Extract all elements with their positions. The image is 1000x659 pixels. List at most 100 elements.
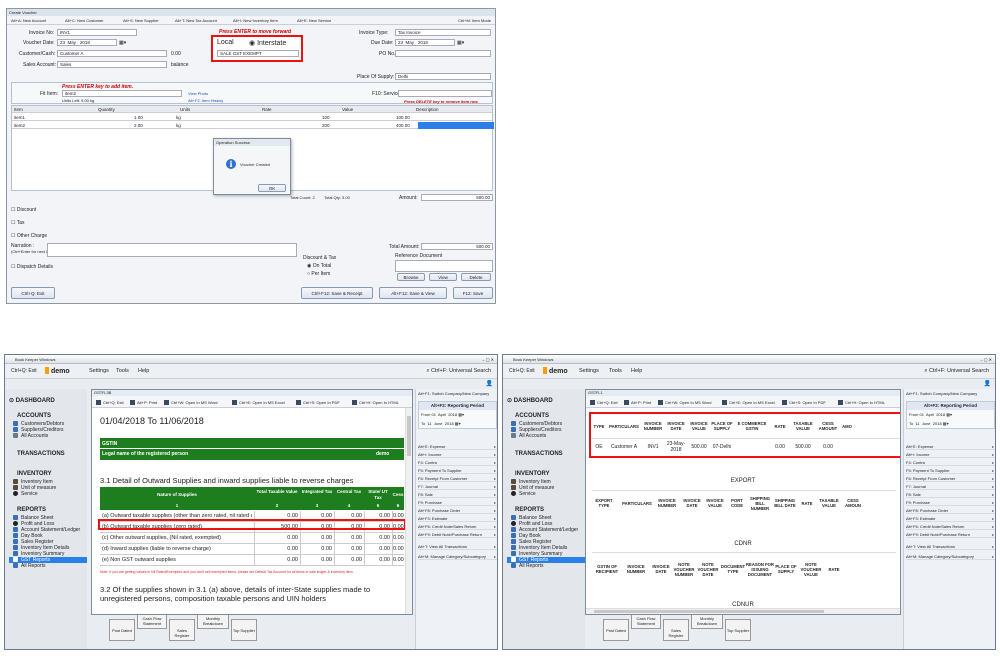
- quick-action-journal[interactable]: F7: Journal: [906, 483, 995, 490]
- tile-monthly[interactable]: Monthly Breakdown: [197, 613, 229, 629]
- report-pdf[interactable]: Ctrl+S: Open In PDF: [782, 399, 826, 407]
- shortcut-new-customer[interactable]: Alt+C: New Customer: [65, 17, 104, 25]
- voucher-date-picker[interactable]: 23 May 2018: [57, 39, 117, 46]
- quick-action-journal[interactable]: F7: Journal: [418, 483, 497, 490]
- quick-action-credit-note[interactable]: Alt+F6: Credit Note/Sales Return: [906, 523, 995, 530]
- quick-action-category[interactable]: Alt+M: Manage Category/Subcategory: [906, 553, 995, 560]
- quick-action-debit-note[interactable]: Alt+F9: Debit Note/Purchase Return: [418, 531, 497, 538]
- menu-settings[interactable]: Settings: [579, 368, 599, 374]
- sidebar-item-all-reports[interactable]: All Reports: [13, 563, 45, 569]
- to-date[interactable]: To 11 June 2018 ▦▾: [421, 421, 461, 426]
- menu-help[interactable]: Help: [138, 368, 149, 374]
- per-item-radio[interactable]: ○ Per Item: [307, 271, 330, 277]
- quick-action-expense[interactable]: Alt+E: Expense: [906, 443, 995, 450]
- menu-help[interactable]: Help: [631, 368, 642, 374]
- report-scrollbar[interactable]: [405, 408, 412, 614]
- shortcut-new-supplier[interactable]: Alt+S: New Supplier: [123, 17, 159, 25]
- report-excel[interactable]: Ctrl+E: Open In MS Excel: [722, 399, 775, 407]
- quick-action-income[interactable]: Alt+I: Income: [418, 451, 497, 458]
- quick-action-purchase[interactable]: F9: Purchase: [906, 499, 995, 506]
- save-button[interactable]: F12: Save: [453, 287, 493, 299]
- exit-menu[interactable]: Ctrl+Q: Exit: [11, 368, 37, 374]
- shortcut-new-tax-account[interactable]: Alt+T: New Tax Account: [175, 17, 217, 25]
- selected-description-cell[interactable]: [418, 122, 494, 129]
- table-row[interactable]: (c) Other outward supplies, (Nil rated, …: [100, 533, 404, 544]
- fit-item-input[interactable]: item2: [62, 90, 182, 97]
- quick-action-estimate[interactable]: Alt+F3: Estimate: [906, 515, 995, 522]
- quick-action-purchase-order[interactable]: Alt+F8: Purchase Order: [418, 507, 497, 514]
- tile-sales-register[interactable]: Sales Register: [169, 619, 195, 641]
- from-date[interactable]: From 01 April 2018 ▦▾: [909, 412, 952, 417]
- po-input[interactable]: [395, 50, 491, 57]
- quick-action-payment[interactable]: F5: Payment To Supplier: [906, 467, 995, 474]
- quick-action-estimate[interactable]: Alt+F3: Estimate: [418, 515, 497, 522]
- tile-sales-register[interactable]: Sales Register: [663, 619, 689, 641]
- table-row[interactable]: (d) Inward supplies (liable to reverse c…: [100, 544, 404, 555]
- place-select[interactable]: Delhi: [395, 73, 491, 80]
- menu-tools[interactable]: Tools: [609, 368, 622, 374]
- quick-action-debit-note[interactable]: Alt+F9: Debit Note/Purchase Return: [906, 531, 995, 538]
- shortcut-new-inventory-item[interactable]: Alt+I: New Inventory Item: [233, 17, 278, 25]
- table-row[interactable]: item1 1.00 kg 100 100.00: [12, 114, 492, 121]
- report-print[interactable]: Alt+P: Print: [624, 399, 651, 407]
- universal-search[interactable]: ⌕ Ctrl+F: Universal Search: [924, 368, 989, 375]
- dispatch-checkbox[interactable]: ☐ Dispatch Details: [11, 264, 53, 270]
- reference-input[interactable]: [395, 260, 493, 272]
- window-controls[interactable]: – ▢ ✕: [482, 355, 494, 364]
- tax-checkbox[interactable]: ☐ Tax: [11, 220, 25, 226]
- sidebar-item-all-accounts[interactable]: All Accounts: [13, 433, 48, 439]
- local-radio[interactable]: Local: [217, 39, 234, 46]
- quick-action-sale[interactable]: F8: Sale: [418, 491, 497, 498]
- browse-button[interactable]: Browse: [397, 273, 425, 281]
- to-date[interactable]: To 11 June 2018 ▦▾: [909, 421, 949, 426]
- report-exit[interactable]: Ctrl+Q: Exit: [96, 399, 124, 407]
- save-receipt-button[interactable]: Ctrl+F12: Save & Receipt: [301, 287, 373, 299]
- tile-post-dated[interactable]: Post Dated: [109, 619, 135, 641]
- sidebar-item-all-accounts[interactable]: All Accounts: [511, 433, 546, 439]
- tile-cash-flow[interactable]: Cash Flow Statement: [631, 613, 661, 629]
- shortcut-new-service[interactable]: Alt+E: New Service: [297, 17, 331, 25]
- dashboard-link[interactable]: ⊙ DASHBOARD: [507, 397, 553, 404]
- quick-action-credit-note[interactable]: Alt+F6: Credit Note/Sales Return: [418, 523, 497, 530]
- switch-company-link[interactable]: Alt+F1: Switch Company/New Company: [906, 391, 977, 396]
- user-icon[interactable]: 👤: [984, 380, 991, 387]
- exit-button[interactable]: Ctrl+Q: Exit: [11, 287, 55, 299]
- narration-input[interactable]: [47, 243, 297, 257]
- other-charge-checkbox[interactable]: ☐ Other Charge: [11, 233, 47, 239]
- save-view-button[interactable]: Alt+F12: Save & View: [379, 287, 447, 299]
- view-button[interactable]: View: [429, 273, 457, 281]
- report-html[interactable]: Ctrl+H: Open In HTML: [838, 399, 885, 407]
- sidebar-item-service[interactable]: Service: [511, 491, 536, 497]
- invoice-type-select[interactable]: Tax Invoice: [395, 29, 491, 36]
- item-history-link[interactable]: Alt+F2: Item History: [188, 98, 223, 103]
- gst-type-select[interactable]: SALE GST EXEMPT: [217, 50, 299, 57]
- interstate-radio[interactable]: ◉ Interstate: [249, 39, 286, 47]
- table-row[interactable]: (e) Non GST outward supplies 0.00 0.00 0.00…: [100, 555, 404, 566]
- tile-top-supplier[interactable]: Top Supplier: [725, 619, 751, 641]
- customer-input[interactable]: Customer A: [57, 50, 167, 57]
- window-controls[interactable]: – ▢ ✕: [980, 355, 992, 364]
- sidebar-item-all-reports[interactable]: All Reports: [511, 563, 543, 569]
- sidebar-item-service[interactable]: Service: [13, 491, 38, 497]
- quick-action-receipt[interactable]: F6: Receipt From Customer: [906, 475, 995, 482]
- quick-action-contra[interactable]: F4: Contra: [906, 459, 995, 466]
- tile-post-dated[interactable]: Post Dated: [603, 619, 629, 641]
- report-print[interactable]: Alt+P: Print: [130, 399, 157, 407]
- user-icon[interactable]: 👤: [486, 380, 493, 387]
- table-row[interactable]: OE Customer A INV1 23-May-2018 500.00 07-Delh…: [592, 438, 900, 454]
- report-excel[interactable]: Ctrl+E: Open In MS Excel: [232, 399, 285, 407]
- transactions-heading[interactable]: TRANSACTIONS: [17, 451, 65, 457]
- exit-menu[interactable]: Ctrl+Q: Exit: [509, 368, 535, 374]
- invoice-no-input[interactable]: INV1: [57, 29, 137, 36]
- quick-action-purchase[interactable]: F9: Purchase: [418, 499, 497, 506]
- from-date[interactable]: From 01 April 2018 ▦▾: [421, 412, 464, 417]
- on-total-radio[interactable]: ◉ On Total: [307, 263, 331, 269]
- report-html[interactable]: Ctrl+H: Open In HTML: [352, 399, 399, 407]
- shortcut-new-account[interactable]: Alt+A: New Account: [11, 17, 46, 25]
- view-photo-link[interactable]: View Photo: [188, 91, 208, 96]
- due-calendar-icon[interactable]: ▦▾: [457, 40, 464, 46]
- quick-action-all-transactions[interactable]: Alt+T: View All Transactions: [418, 543, 497, 550]
- quick-action-income[interactable]: Alt+I: Income: [906, 451, 995, 458]
- universal-search[interactable]: ⌕ Ctrl+F: Universal Search: [426, 368, 491, 375]
- quick-action-all-transactions[interactable]: Alt+T: View All Transactions: [906, 543, 995, 550]
